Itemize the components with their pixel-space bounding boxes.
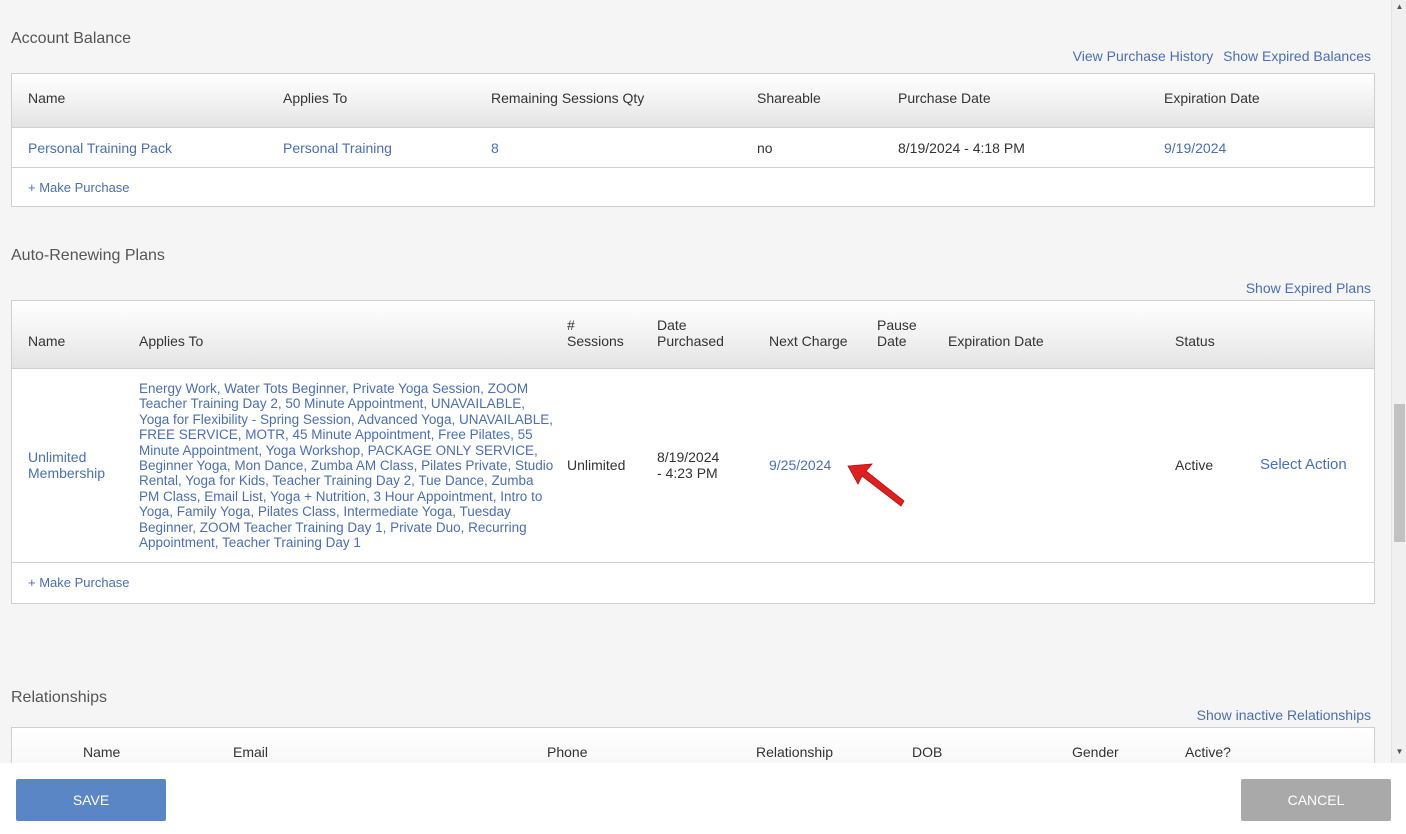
balance-purchase-date: 8/19/2024 - 4:18 PM [898,140,1025,156]
col-plan-expiration: Expiration Date [948,333,1044,349]
auto-renewing-table: Name Applies To # Sessions Date Purchase… [11,300,1375,604]
account-balance-table: Name Applies To Remaining Sessions Qty S… [11,73,1375,207]
show-expired-balances-link[interactable]: Show Expired Balances [1223,48,1371,64]
show-expired-plans-link[interactable]: Show Expired Plans [1246,280,1371,296]
relationships-table: Name Email Phone Relationship DOB Gender… [11,727,1375,763]
scroll-up-icon[interactable]: ▲ [1392,0,1406,14]
applies-to-line[interactable]: Beginner, ZOOM Teacher Training Day 1, P… [139,520,559,535]
applies-to-line[interactable]: Yoga for Flexibility - Spring Session, A… [139,412,559,427]
plan-date-purchased: 8/19/2024 - 4:23 PM [657,449,720,481]
col-expiration-date: Expiration Date [1164,90,1260,106]
col-sessions: # Sessions [567,317,624,349]
plan-status: Active [1175,457,1214,473]
scrollbar[interactable]: ▲ ▼ [1391,0,1406,763]
col-status: Status [1175,333,1215,349]
plans-footer: + Make Purchase [12,563,1374,603]
col-rel-dob: DOB [912,744,943,760]
applies-to-line[interactable]: Teacher Training Day 2, 50 Minute Appoin… [139,396,559,411]
next-charge-link[interactable]: 9/25/2024 [769,457,831,473]
col-plan-applies-to: Applies To [139,333,204,349]
account-balance-header: Name Applies To Remaining Sessions Qty S… [12,74,1374,128]
plan-sessions: Unlimited [567,457,626,473]
account-balance-links: View Purchase History Show Expired Balan… [1067,48,1371,64]
applies-to-line[interactable]: PM Class, Email List, Yoga + Nutrition, … [139,489,559,504]
col-name: Name [28,90,66,106]
balance-name-link[interactable]: Personal Training Pack [28,140,172,156]
account-balance-title: Account Balance [11,30,132,47]
plan-name-link[interactable]: Unlimited Membership [28,449,105,481]
relationships-links: Show inactive Relationships [1191,707,1371,723]
applies-to-line[interactable]: Rental, Yoga for Kids, Teacher Training … [139,473,559,488]
col-date-purchased: Date Purchased [657,317,724,349]
show-inactive-relationships-link[interactable]: Show inactive Relationships [1197,707,1371,723]
col-rel-relationship: Relationship [756,744,834,760]
applies-to-line[interactable]: Energy Work, Water Tots Beginner, Privat… [139,381,559,396]
col-rel-email: Email [233,744,269,760]
col-rel-name: Name [83,744,121,760]
col-applies-to: Applies To [283,90,348,106]
relationships-title: Relationships [11,689,108,706]
col-remaining-sessions: Remaining Sessions Qty [491,90,645,106]
relationships-header: Name Email Phone Relationship DOB Gender… [12,728,1374,763]
table-row: Personal Training Pack Personal Training… [12,128,1374,168]
balance-shareable: no [757,140,773,156]
cancel-button[interactable]: CANCEL [1241,779,1391,821]
make-purchase-plan-link[interactable]: + Make Purchase [28,575,130,590]
main-content: Account Balance View Purchase History Sh… [0,0,1391,763]
applies-to-line[interactable]: Minute Appointment, Yoga Workshop, PACKA… [139,443,559,458]
scrollbar-thumb[interactable] [1394,404,1405,542]
applies-to-line[interactable]: Appointment, Teacher Training Day 1 [139,535,559,550]
auto-renewing-header: Name Applies To # Sessions Date Purchase… [12,301,1374,369]
auto-renewing-links: Show Expired Plans [1240,280,1371,296]
save-button[interactable]: SAVE [16,779,166,821]
applies-to-line[interactable]: Yoga, Family Yoga, Pilates Class, Interm… [139,504,559,519]
balance-expiration-link[interactable]: 9/19/2024 [1164,140,1226,156]
applies-to-line[interactable]: Beginner Yoga, Mon Dance, Zumba AM Class… [139,458,559,473]
col-plan-name: Name [28,333,66,349]
balance-footer: + Make Purchase [12,168,1374,206]
col-next-charge: Next Charge [769,333,848,349]
scroll-down-icon[interactable]: ▼ [1392,745,1406,759]
select-action-link[interactable]: Select Action [1260,457,1347,473]
applies-to-line[interactable]: FREE SERVICE, MOTR, 45 Minute Appointmen… [139,427,559,442]
col-shareable: Shareable [757,90,821,106]
col-pause-date: Pause Date [877,317,917,349]
col-rel-active: Active? [1185,744,1231,760]
col-rel-phone: Phone [547,744,588,760]
table-row: Unlimited Membership Energy Work, Water … [12,369,1374,563]
balance-applies-link[interactable]: Personal Training [283,140,392,156]
action-bar: SAVE CANCEL [0,763,1406,834]
view-purchase-history-link[interactable]: View Purchase History [1073,48,1214,64]
auto-renewing-title: Auto-Renewing Plans [11,247,165,264]
col-rel-gender: Gender [1072,744,1119,760]
balance-remaining-link[interactable]: 8 [491,140,499,156]
plan-applies-to-list[interactable]: Energy Work, Water Tots Beginner, Privat… [139,381,559,550]
red-arrow-icon [847,463,905,507]
col-purchase-date: Purchase Date [898,90,991,106]
make-purchase-balance-link[interactable]: + Make Purchase [28,180,130,195]
